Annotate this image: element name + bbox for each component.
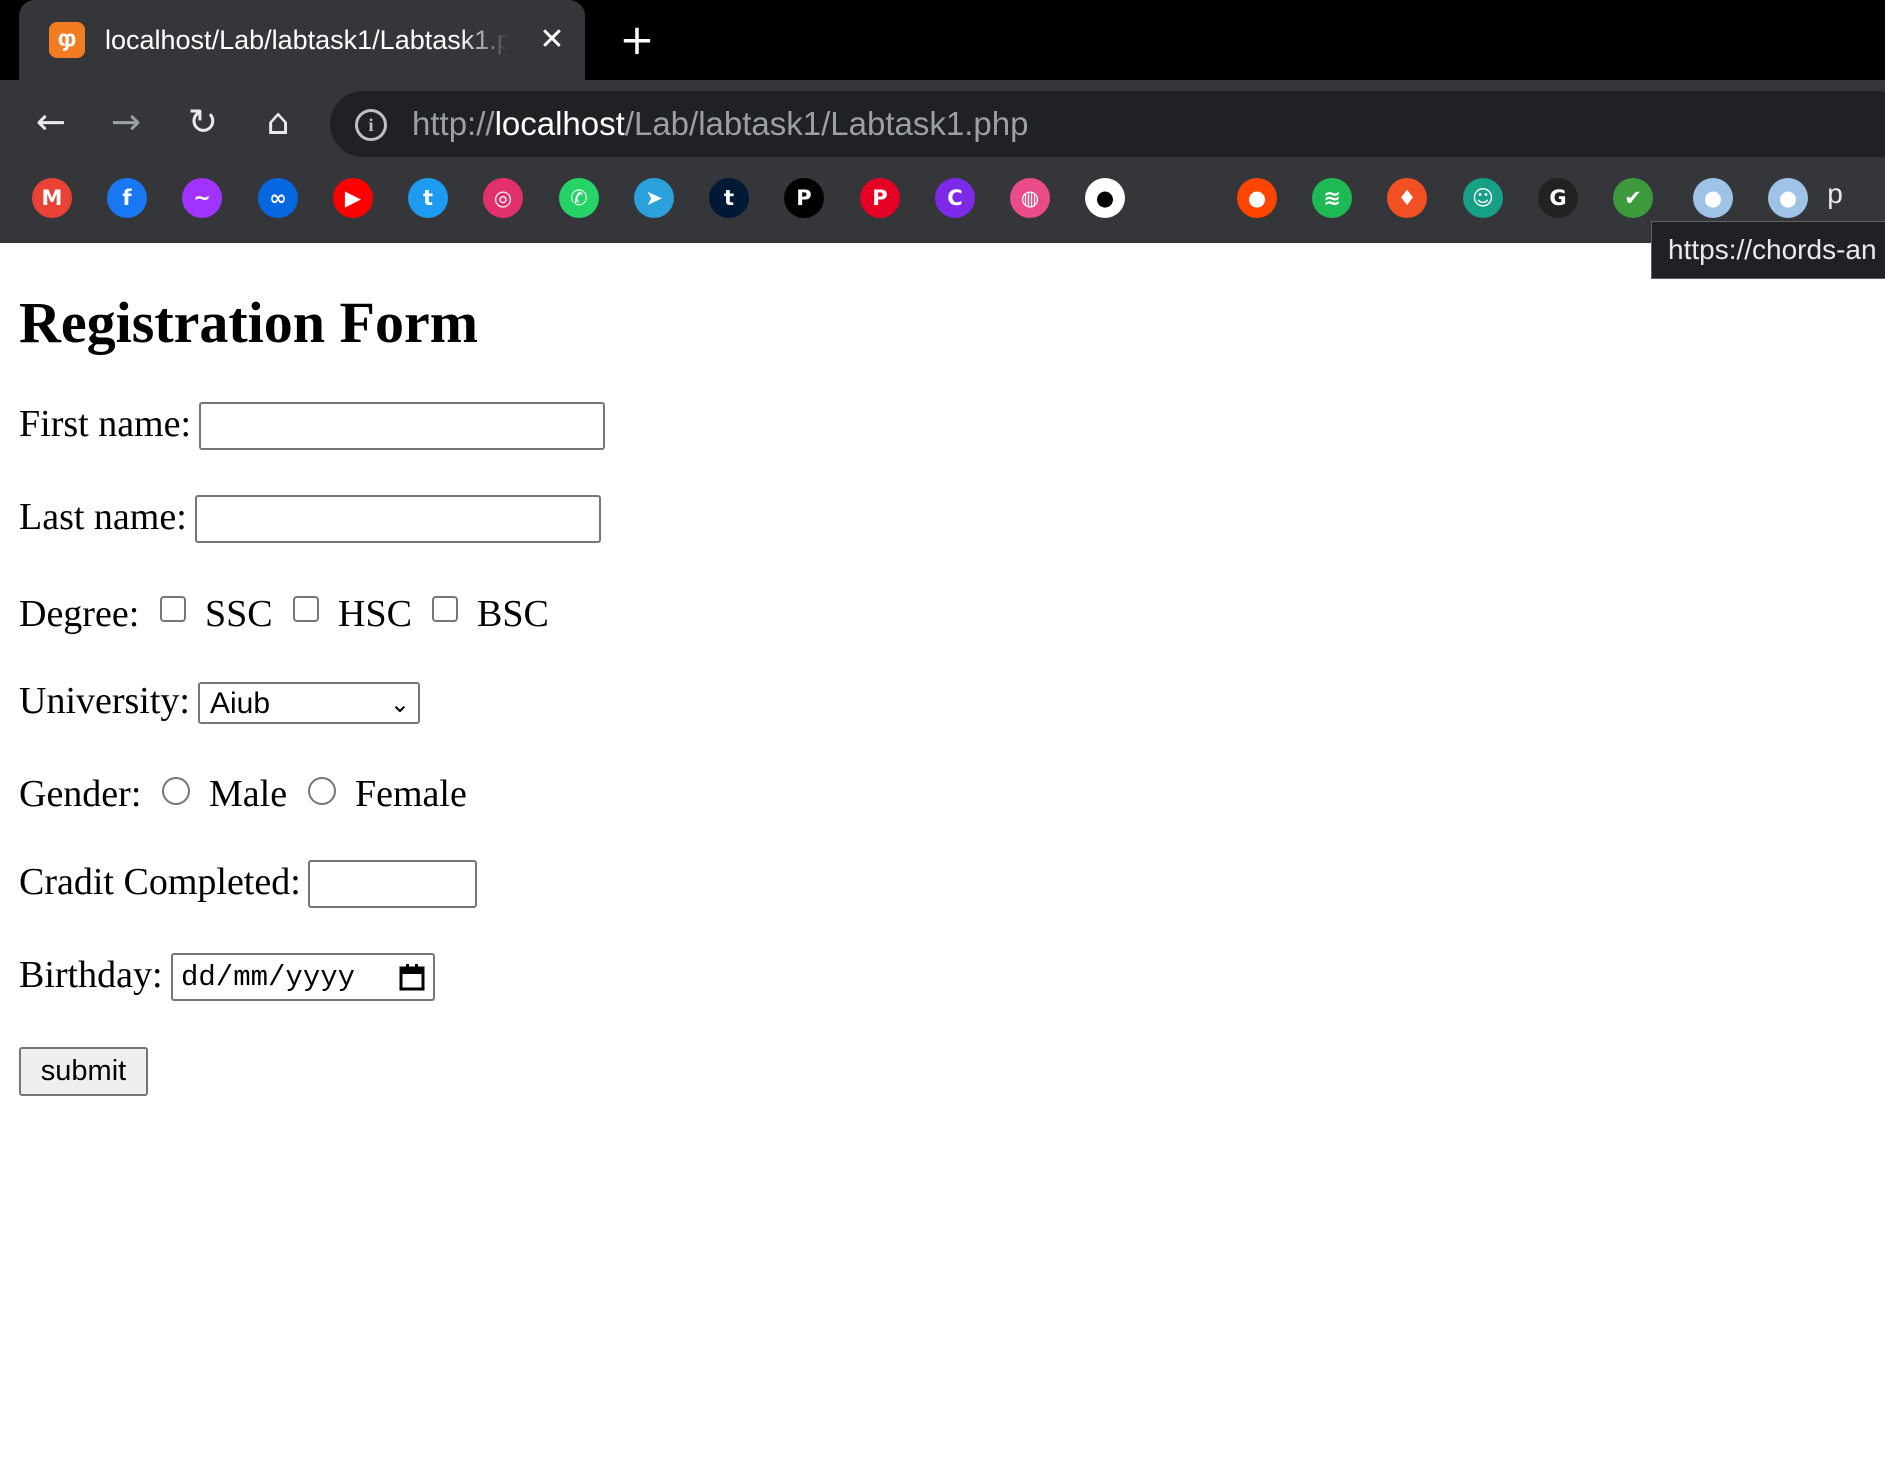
whatsapp-icon[interactable]: ✆	[559, 178, 599, 218]
shield-icon[interactable]: ✔	[1613, 178, 1653, 218]
female-radio[interactable]	[308, 777, 336, 805]
ssc-checkbox[interactable]	[160, 596, 186, 622]
credit-completed-input[interactable]	[308, 860, 477, 908]
male-option-label: Male	[209, 773, 288, 815]
close-tab-icon[interactable]: ✕	[532, 20, 572, 60]
hsc-option-label: HSC	[338, 593, 412, 635]
xampp-favicon-icon: ჶ	[49, 22, 85, 58]
smile-icon[interactable]: ☺	[1463, 178, 1503, 218]
ssc-option-label: SSC	[205, 593, 273, 635]
pinterest-icon[interactable]: P	[860, 178, 900, 218]
address-bar[interactable]: i http://localhost/Lab/labtask1/Labtask1…	[330, 91, 1885, 157]
degree-label: Degree:	[19, 593, 140, 635]
male-radio[interactable]	[162, 777, 190, 805]
last-name-input[interactable]	[195, 495, 601, 543]
birthday-placeholder: dd/mm/yyyy	[181, 961, 356, 994]
gender-label: Gender:	[19, 773, 142, 815]
github-icon[interactable]: ●	[1085, 178, 1125, 218]
page-title: Registration Form	[19, 290, 479, 355]
link-tooltip: https://chords-an	[1651, 221, 1885, 279]
credit-completed-label: Cradit Completed:	[19, 861, 301, 903]
bookmark-p[interactable]: p	[1815, 178, 1855, 218]
tumblr-icon[interactable]: t	[709, 178, 749, 218]
telegram-icon[interactable]: ➤	[634, 178, 674, 218]
university-selected-value: Aiub	[210, 687, 271, 720]
first-name-input[interactable]	[199, 402, 605, 450]
university-label: University:	[19, 680, 190, 722]
canva-icon[interactable]: C	[935, 178, 975, 218]
hsc-checkbox[interactable]	[293, 596, 319, 622]
owl-icon[interactable]: ●	[1693, 178, 1733, 218]
patreon-icon[interactable]: P	[784, 178, 824, 218]
home-icon[interactable]: ⌂	[255, 100, 301, 146]
fire-icon[interactable]: ♦	[1387, 178, 1427, 218]
chevron-down-icon: ⌄	[389, 690, 410, 718]
url-scheme: http://	[412, 105, 495, 142]
university-select[interactable]: Aiub ⌄	[198, 682, 420, 724]
meta-icon[interactable]: ∞	[258, 178, 298, 218]
spotify-icon[interactable]: ≋	[1312, 178, 1352, 218]
calendar-icon[interactable]	[397, 961, 427, 993]
reddit-icon[interactable]: ●	[1237, 178, 1277, 218]
url-text[interactable]: http://localhost/Lab/labtask1/Labtask1.p…	[412, 103, 1028, 145]
messenger-icon[interactable]: ~	[182, 178, 222, 218]
bsc-option-label: BSC	[477, 593, 549, 635]
grammarly-g-icon[interactable]: G	[1538, 178, 1578, 218]
bsc-checkbox[interactable]	[432, 596, 458, 622]
back-arrow-icon[interactable]: ←	[28, 100, 74, 146]
owl-icon-2[interactable]: ●	[1768, 178, 1808, 218]
site-info-icon[interactable]: i	[355, 109, 387, 141]
url-path: /Lab/labtask1/Labtask1.php	[624, 105, 1029, 142]
birthday-label: Birthday:	[19, 954, 163, 996]
twitter-icon[interactable]: t	[408, 178, 448, 218]
active-tab[interactable]: ჶ localhost/Lab/labtask1/Labtask1.php ✕	[19, 0, 585, 80]
last-name-label: Last name:	[19, 496, 187, 538]
dribbble-icon[interactable]: ◍	[1010, 178, 1050, 218]
instagram-icon[interactable]: ◎	[483, 178, 523, 218]
youtube-icon[interactable]: ▶	[333, 178, 373, 218]
tab-strip: ჶ localhost/Lab/labtask1/Labtask1.php ✕ …	[0, 0, 1885, 80]
tab-title: localhost/Lab/labtask1/Labtask1.php	[105, 25, 509, 55]
birthday-date-input[interactable]: dd/mm/yyyy	[171, 953, 435, 1001]
submit-button[interactable]: submit	[19, 1047, 148, 1096]
first-name-label: First name:	[19, 403, 192, 445]
reload-icon[interactable]: ↻	[180, 100, 226, 146]
female-option-label: Female	[355, 773, 467, 815]
forward-arrow-icon[interactable]: →	[103, 100, 149, 146]
gmail-icon[interactable]: M	[32, 178, 72, 218]
facebook-icon[interactable]: f	[107, 178, 147, 218]
new-tab-button[interactable]: +	[615, 18, 659, 62]
url-host: localhost	[494, 105, 625, 142]
